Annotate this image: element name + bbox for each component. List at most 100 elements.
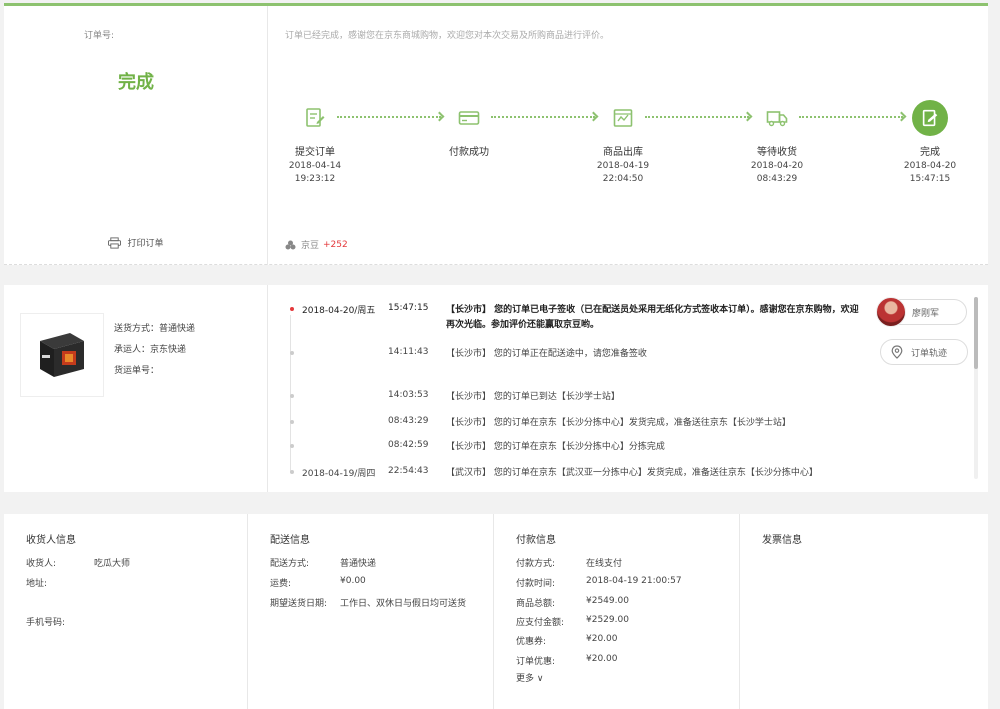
status-note: 订单已经完成，感谢您在京东商城购物，欢迎您对本次交易及所购商品进行评价。 [285,31,610,41]
delivery-fee-label: 运费: [270,579,292,589]
progress-connector [491,116,595,122]
order-number-label: 订单号: [84,31,115,41]
print-order-button[interactable]: 打印订单 [4,236,268,249]
progress-step: 完成 2018-04-20 15:47:15 [880,146,980,186]
payment-time-label: 付款时间: [516,579,556,589]
goods-total-row: 商品总额: ¥2549.00 [516,596,629,609]
jingdou-label: 京豆 [301,241,320,251]
courier-avatar [876,297,906,327]
step-time: 19:23:12 [294,174,336,184]
step-time: 15:47:15 [909,174,951,184]
progress-connector [799,116,903,122]
coupon-amount: ¥20.00 [586,634,618,644]
payment-card-icon [455,104,483,132]
payment-method: 在线支付 [586,559,623,569]
step-name: 付款成功 [449,147,489,158]
entry-message: 【长沙市】 您的订单在京东【长沙分拣中心】发货完成，准备送往京东【长沙学士站】 [446,418,791,428]
goods-total: ¥2549.00 [586,596,629,606]
timeline-dot [290,394,294,398]
printer-icon [108,236,122,249]
step-time: 08:43:29 [756,174,798,184]
invoice-info: 发票信息 [740,514,988,709]
order-discount: ¥20.00 [586,654,618,664]
receiver-title: 收货人信息 [26,535,76,546]
timeline-scrollbar-thumb[interactable] [974,297,978,369]
payment-time-row: 付款时间: 2018-04-19 21:00:57 [516,576,682,589]
step-date: 2018-04-20 [750,161,804,171]
delivery-method-label: 配送方式: [270,559,310,569]
entry-message: 【武汉市】 您的订单在京东【武汉亚一分拣中心】发货完成，准备送往京东【长沙分拣中… [446,468,818,478]
order-info-panel: 收货人信息 收货人: 吃瓜大师 地址: 手机号码: 配送信息 配送方式: 普通快… [4,514,988,709]
step-name: 提交订单 [295,147,335,158]
receiver-phone-label: 手机号码: [26,618,66,628]
amount-due: ¥2529.00 [586,615,629,625]
delivery-method: 普通快递 [340,559,377,569]
receiver-name-row: 收货人: 吃瓜大师 [26,556,130,569]
entry-time: 08:43:29 [388,416,429,426]
payment-info: 付款信息 付款方式: 在线支付 付款时间: 2018-04-19 21:00:5… [494,514,740,709]
jingdou-value: +252 [323,239,348,250]
step-date: 2018-04-14 [288,161,342,171]
step-name: 商品出库 [603,147,643,158]
order-track-button[interactable]: 订单轨迹 [880,339,968,365]
step-name: 等待收货 [757,147,797,158]
progress-connector [337,116,441,122]
amount-due-label: 应支付金额: [516,618,565,628]
invoice-title: 发票信息 [762,535,802,546]
more-row: 更多 ∨ [516,671,543,684]
warehouse-box-icon [609,104,637,132]
progress-step: 提交订单 2018-04-14 19:23:12 [265,146,365,186]
more-toggle[interactable]: 更多 ∨ [516,674,543,684]
progress-step: 等待收货 2018-04-20 08:43:29 [727,146,827,186]
tracking-number: 货运单号： [114,366,160,376]
order-progress: 订单已经完成，感谢您在京东商城购物，欢迎您对本次交易及所购商品进行评价。 提交订… [269,6,988,265]
amount-due-row: 应支付金额: ¥2529.00 [516,615,629,628]
delivery-fee-row: 运费: ¥0.00 [270,576,366,589]
progress-step: 商品出库 2018-04-19 22:04:50 [573,146,673,186]
jingdou-icon [285,240,296,249]
entry-date: 2018-04-20/周五 [302,306,376,316]
timeline-dot [290,444,294,448]
entry-message: 【长沙市】 您的订单正在配送途中，请您准备签收 [446,349,647,359]
coupon-label: 优惠券: [516,637,547,647]
order-discount-row: 订单优惠: ¥20.00 [516,654,618,667]
order-summary: 订单号: 完成 打印订单 [4,6,268,265]
entry-time: 22:54:43 [388,466,429,476]
logistics-panel: 送货方式：普通快递 承运人：京东快递 货运单号： 2018-04-20/周五 1… [4,285,988,492]
receiver-info: 收货人信息 收货人: 吃瓜大师 地址: 手机号码: [4,514,248,709]
step-date: 2018-04-19 [596,161,650,171]
shipping-carrier: 承运人：京东快递 [114,345,187,355]
delivery-title: 配送信息 [270,535,310,546]
entry-time: 15:47:15 [388,303,429,313]
entry-message: 【长沙市】 您的订单已到达【长沙学士站】 [446,392,620,402]
order-status-panel: 订单号: 完成 打印订单 订单已经完成，感谢您在京东商城购物，欢迎您对本次交易及… [4,3,988,265]
entry-date: 2018-04-19/周四 [302,469,376,479]
entry-message: 【长沙市】 您的订单在京东【长沙分拣中心】分拣完成 [446,442,665,452]
courier-contact-button[interactable]: 廖刚军 [876,297,967,327]
step-name: 完成 [920,147,940,158]
delivery-date-label: 期望送货日期: [270,599,328,609]
delivery-date-row: 期望送货日期: 工作日、双休日与假日均可送货 [270,596,466,609]
product-image[interactable] [20,313,104,397]
receiver-address-label: 地址: [26,579,48,589]
complete-check-icon [912,100,948,136]
timeline-dot [290,307,294,311]
delivery-info: 配送信息 配送方式: 普通快递 运费: ¥0.00 期望送货日期: 工作日、双休… [248,514,494,709]
step-date: 2018-04-20 [903,161,957,171]
courier-name: 廖刚军 [912,308,940,319]
payment-method-row: 付款方式: 在线支付 [516,556,622,569]
order-discount-label: 订单优惠: [516,657,556,667]
product-box-icon [40,333,84,377]
delivery-method-row: 配送方式: 普通快递 [270,556,376,569]
delivery-fee: ¥0.00 [340,576,366,586]
jingdou-reward: 京豆 +252 [285,238,348,251]
receiver-name: 吃瓜大师 [94,559,131,569]
print-order-label: 打印订单 [127,239,164,249]
order-submit-icon [301,104,329,132]
timeline-dot [290,470,294,474]
coupon-row: 优惠券: ¥20.00 [516,634,618,647]
entry-message: 【长沙市】 您的订单已电子签收（已在配送员处采用无纸化方式签收本订单）。感谢您在… [446,305,859,330]
step-time: 22:04:50 [602,174,644,184]
progress-connector [645,116,749,122]
payment-title: 付款信息 [516,535,556,546]
